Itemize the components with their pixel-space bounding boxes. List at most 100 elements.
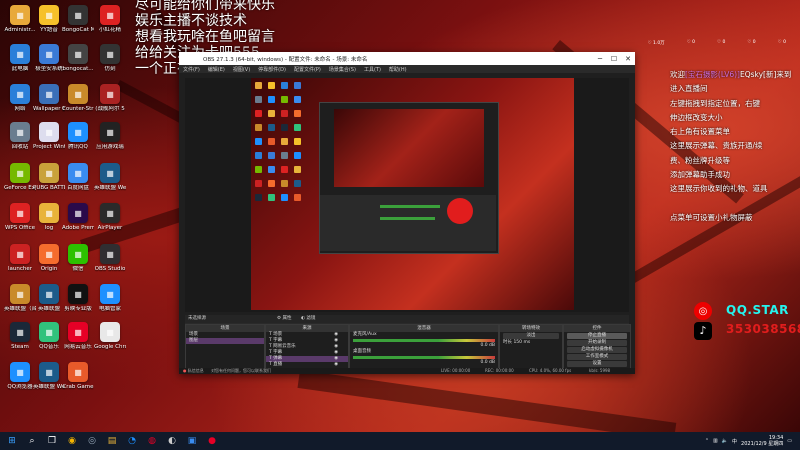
- netease-red-icon[interactable]: ●: [204, 434, 220, 448]
- app-icon[interactable]: ▣: [184, 434, 200, 448]
- preview-nested-preview: [334, 109, 484, 187]
- desktop-icon-label: Administr...: [4, 27, 36, 33]
- properties-button[interactable]: ⚙ 属性: [277, 315, 291, 323]
- menu-item[interactable]: 工具(T): [364, 66, 381, 73]
- desktop-icon[interactable]: ■ 英雄联盟 WeGame版: [94, 163, 126, 192]
- close-icon[interactable]: ✕: [621, 55, 635, 63]
- desktop-icon[interactable]: ■ PUBG BATTLEGR...: [33, 163, 65, 192]
- menu-item[interactable]: 配置文件(P): [294, 66, 321, 73]
- desktop-icon[interactable]: ■ GeForce Experience: [4, 163, 36, 192]
- obs-titlebar[interactable]: OBS 27.1.3 (64-bit, windows) - 配置文件: 未命名…: [179, 52, 635, 65]
- desktop-icon[interactable]: ■ 英雄联盟: [33, 284, 65, 313]
- desktop-icon[interactable]: ■ 微信: [62, 244, 94, 273]
- desktop-icon[interactable]: ■ 小紅花精: [94, 5, 126, 34]
- desktop-icon-label: 腾讯QQ: [68, 144, 88, 150]
- chevron-up-icon[interactable]: ⌃: [705, 438, 709, 444]
- explorer-icon[interactable]: ▤: [104, 434, 120, 448]
- network-icon[interactable]: ▥: [713, 438, 718, 444]
- desktop-icon[interactable]: ■ 仿刻: [94, 44, 126, 73]
- netease-music-icon[interactable]: ◍: [144, 434, 160, 448]
- desktop-icon[interactable]: ■ WPS Office: [4, 203, 36, 232]
- desktop-icon[interactable]: ■ 极坐安系统: [33, 44, 65, 73]
- desktop-icon[interactable]: ■ Steam: [4, 322, 36, 351]
- desktop-icon[interactable]: ■ Adobe Premi...: [62, 203, 94, 232]
- desktop-icon[interactable]: ■ Project Winter: [33, 122, 65, 151]
- chat-line: 添加弹幕助手成功: [670, 170, 730, 180]
- windows-start-icon[interactable]: ⊞: [4, 434, 20, 448]
- desktop-icon[interactable]: ■ log: [33, 203, 65, 232]
- scene-item[interactable]: 图层: [186, 338, 264, 344]
- desktop-icon[interactable]: ■ launcher: [4, 244, 36, 273]
- transition-select[interactable]: 淡出: [503, 333, 559, 339]
- notification-icon[interactable]: ▭: [787, 438, 792, 444]
- desktop-icon[interactable]: ■ 此电脑: [4, 44, 36, 73]
- start-recording-button[interactable]: 开始录制: [567, 340, 627, 346]
- chrome-icon[interactable]: ◉: [64, 434, 80, 448]
- desktop-icon-label: Project Winter: [33, 144, 65, 150]
- volume-icon[interactable]: 🔈: [722, 438, 728, 444]
- desktop-icon[interactable]: ■ bongocat...: [62, 44, 94, 73]
- desktop-icon[interactable]: ■ Counter-Str Global Of...: [62, 84, 94, 113]
- clock[interactable]: 19:34 2021/12/9 星期四: [741, 435, 783, 447]
- desktop-icon[interactable]: ■ 电脑管家: [94, 284, 126, 313]
- menu-item[interactable]: 视图(V): [233, 66, 250, 73]
- minimize-icon[interactable]: ─: [593, 55, 607, 63]
- desktop-icon[interactable]: ■ OBS Studio: [94, 244, 126, 273]
- yy-icon: ■: [39, 5, 59, 25]
- desktop-icon[interactable]: ■ 腾讯QQ: [62, 122, 94, 151]
- filters-label: 滤镜: [306, 316, 316, 321]
- desktop-icon[interactable]: ■ 英雄联盟（台服）: [4, 284, 36, 313]
- desktop-icon[interactable]: ■ 网络: [4, 84, 36, 113]
- qq-icon[interactable]: ◔: [124, 434, 140, 448]
- desktop-icon-label: 此电脑: [11, 66, 29, 72]
- desktop-icon[interactable]: ■ Crab Game: [62, 362, 94, 391]
- obs-window[interactable]: OBS 27.1.3 (64-bit, windows) - 配置文件: 未命名…: [179, 52, 635, 374]
- studio-mode-button[interactable]: 工作室模式: [567, 354, 627, 360]
- preview-meter: [380, 205, 440, 208]
- filters-button[interactable]: ◐ 滤镜: [301, 315, 315, 323]
- preview-mini-icon: [294, 138, 301, 145]
- stream-stat: ♡ 0: [747, 40, 756, 45]
- desktop-icon[interactable]: ■ 百度网盘: [62, 163, 94, 192]
- desktop-icon[interactable]: ■ QQ浏览器: [4, 362, 36, 391]
- desktop-icon[interactable]: ■ 应用游戏瑞: [94, 122, 126, 151]
- virtual-camera-button[interactable]: 启动虚拟摄像机: [567, 347, 627, 353]
- transition-duration[interactable]: 时长 150 ms: [500, 340, 562, 346]
- task-view-icon[interactable]: ❐: [44, 434, 60, 448]
- obs-preview[interactable]: [185, 78, 629, 312]
- preview-mini-icon: [255, 82, 262, 89]
- desktop-icon[interactable]: ■ 剪映专业版: [62, 284, 94, 313]
- desktop-icon[interactable]: ■ 回收站: [4, 122, 36, 151]
- stop-streaming-button[interactable]: 停止直播: [567, 333, 627, 339]
- menu-item[interactable]: 编辑(E): [208, 66, 225, 73]
- wechat-icon: ■: [68, 244, 88, 264]
- source-label: T 字幕: [269, 350, 283, 355]
- desktop-icon[interactable]: ■ AirPlayer: [94, 203, 126, 232]
- duration-label: 时长: [503, 340, 512, 345]
- menu-item[interactable]: 文件(F): [183, 66, 200, 73]
- preview-mini-icon: [294, 124, 301, 131]
- desktop-icon[interactable]: ■ Origin: [33, 244, 65, 273]
- maximize-icon[interactable]: ☐: [607, 55, 621, 63]
- search-icon[interactable]: ⌕: [24, 434, 40, 448]
- desktop-icon-label: 剪映专业版: [64, 306, 92, 312]
- desktop-icon[interactable]: ■ (战舰阿尔 5: [94, 84, 126, 113]
- desktop-icon-label: Wallpaper Engine：...: [33, 106, 65, 112]
- desktop-icon[interactable]: ■ Administr...: [4, 5, 36, 34]
- steam-icon[interactable]: ◎: [84, 434, 100, 448]
- settings-button[interactable]: 设置: [567, 361, 627, 367]
- desktop-icon[interactable]: ■ 英雄联盟 WeGame版: [33, 362, 65, 391]
- desktop-icon[interactable]: ■ Google Chrome: [94, 322, 126, 351]
- menu-item[interactable]: 帮助(H): [389, 66, 407, 73]
- desktop-icon[interactable]: ■ BongoCat Mver: [62, 5, 94, 34]
- desktop-icon[interactable]: ■ Wallpaper Engine：...: [33, 84, 65, 113]
- menu-item[interactable]: 场景集合(S): [329, 66, 356, 73]
- ime-indicator[interactable]: 中: [732, 438, 737, 445]
- menu-item[interactable]: 停靠部件(D): [258, 66, 286, 73]
- desktop-icon[interactable]: ■ YY語音: [33, 5, 65, 34]
- desktop-icon[interactable]: ■ 网易云音乐: [62, 322, 94, 351]
- desktop-icon-label: AirPlayer: [97, 225, 123, 231]
- desktop-icon[interactable]: ■ QQ音乐: [33, 322, 65, 351]
- obs-icon[interactable]: ◐: [164, 434, 180, 448]
- desktop-icon-label: Steam: [11, 344, 29, 350]
